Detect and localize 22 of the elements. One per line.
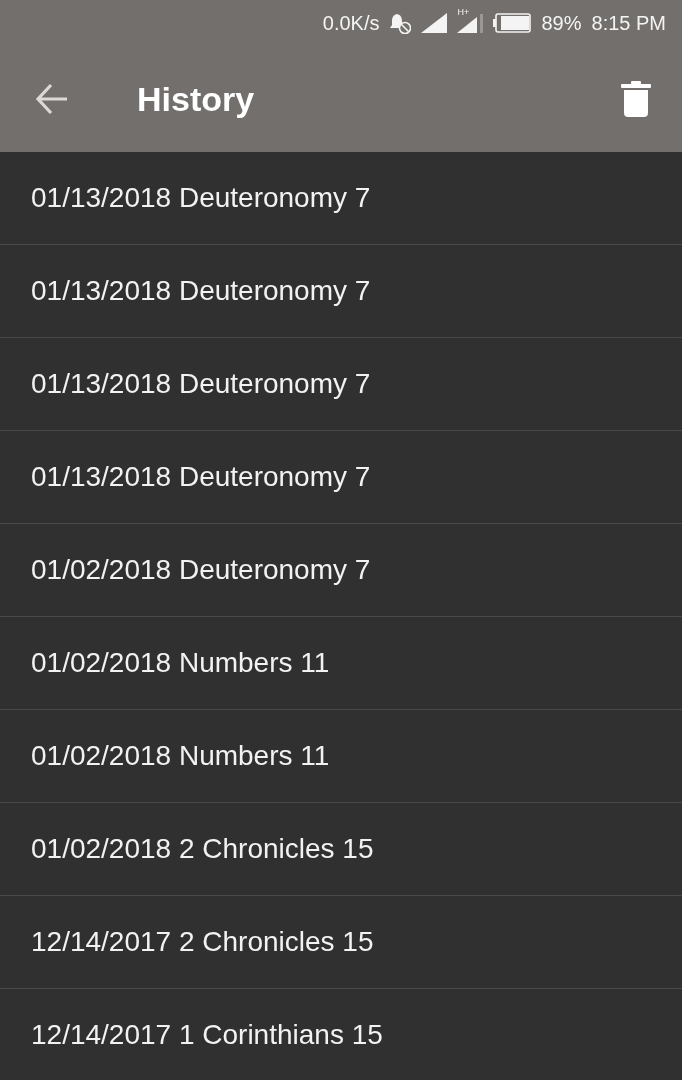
history-item[interactable]: 01/13/2018 Deuteronomy 7	[0, 245, 682, 338]
trash-icon	[621, 80, 651, 117]
delete-button[interactable]	[621, 80, 651, 117]
back-arrow-icon	[35, 81, 69, 116]
signal-icon	[421, 12, 448, 33]
battery-percentage: 89%	[541, 10, 582, 35]
battery-icon	[493, 12, 532, 33]
history-item[interactable]: 12/14/2017 1 Corinthians 15	[0, 989, 682, 1080]
clock-time: 8:15 PM	[591, 10, 666, 35]
history-item[interactable]: 01/02/2018 Deuteronomy 7	[0, 524, 682, 617]
history-item[interactable]: 01/02/2018 Numbers 11	[0, 617, 682, 710]
network-type: H+	[457, 6, 470, 17]
history-item[interactable]: 01/02/2018 Numbers 11	[0, 710, 682, 803]
network-speed: 0.0K/s	[322, 10, 380, 35]
history-item[interactable]: 01/13/2018 Deuteronomy 7	[0, 338, 682, 431]
back-button[interactable]	[35, 81, 69, 116]
history-item[interactable]: 12/14/2017 2 Chronicles 15	[0, 896, 682, 989]
screen-title: History	[137, 78, 256, 119]
history-item[interactable]: 01/13/2018 Deuteronomy 7	[0, 152, 682, 245]
history-item[interactable]: 01/13/2018 Deuteronomy 7	[0, 431, 682, 524]
history-item[interactable]: 01/02/2018 2 Chronicles 15	[0, 803, 682, 896]
muted-bell-icon	[389, 11, 412, 34]
